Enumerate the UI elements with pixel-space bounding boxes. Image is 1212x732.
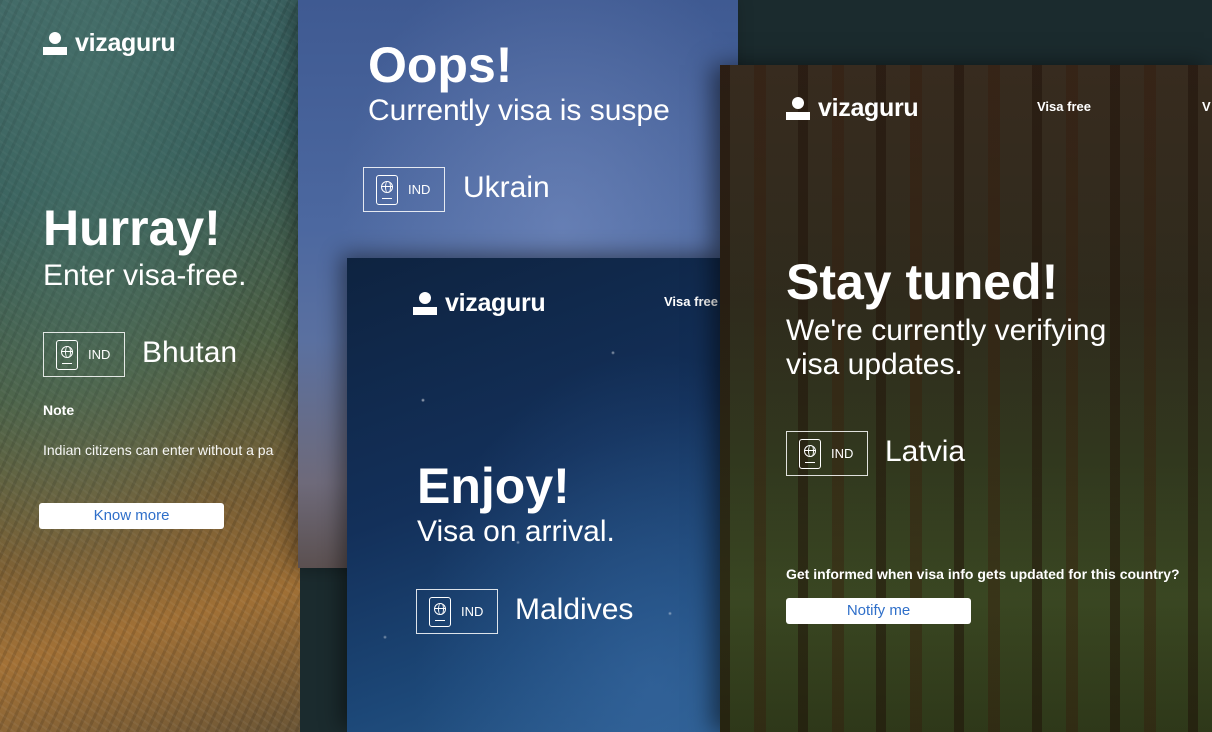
- person-logo-icon: [413, 291, 437, 316]
- brand-logo[interactable]: vizaguru: [786, 94, 919, 123]
- passport-code: IND: [831, 446, 854, 461]
- passport-badge: IND: [363, 167, 445, 212]
- country-name: Latvia: [885, 435, 966, 468]
- passport-badge: IND: [786, 431, 868, 476]
- brand-name: vizaguru: [818, 94, 919, 122]
- passport-globe-icon: [799, 438, 821, 469]
- card-heading: Stay tuned!: [786, 254, 1059, 310]
- know-more-button[interactable]: Know more: [39, 503, 224, 529]
- passport-badge: IND: [416, 589, 498, 634]
- brand-name: vizaguru: [445, 289, 546, 317]
- notify-info-text: Get informed when visa info gets updated…: [786, 566, 1180, 582]
- person-logo-icon: [43, 31, 67, 56]
- nav-visa-free[interactable]: Visa free: [1037, 99, 1091, 114]
- person-logo-icon: [786, 96, 810, 121]
- nav-visa-free[interactable]: Visa free: [664, 294, 718, 309]
- brand-logo[interactable]: vizaguru: [43, 29, 176, 58]
- nav-link-2[interactable]: V: [1202, 99, 1211, 114]
- brand-logo[interactable]: vizaguru: [413, 289, 546, 318]
- card-subheading-line2: visa updates.: [786, 348, 963, 381]
- card-subheading: Enter visa-free.: [43, 259, 247, 292]
- passport-globe-icon: [429, 596, 451, 627]
- note-label: Note: [43, 402, 75, 418]
- card-latvia: vizaguru Visa free V Stay tuned! We're c…: [720, 65, 1212, 732]
- passport-code: IND: [408, 182, 431, 197]
- card-subheading: Currently visa is suspe: [368, 94, 670, 127]
- card-bhutan: vizaguru Hurray! Enter visa-free. IND Bh…: [0, 0, 300, 732]
- country-name: Bhutan: [142, 336, 238, 369]
- card-maldives: vizaguru Visa free Enjoy! Visa on arriva…: [347, 258, 727, 732]
- passport-globe-icon: [56, 339, 78, 370]
- notify-me-button[interactable]: Notify me: [786, 598, 971, 624]
- country-name: Ukrain: [463, 171, 550, 204]
- passport-code: IND: [88, 347, 111, 362]
- passport-badge: IND: [43, 332, 125, 377]
- country-name: Maldives: [515, 593, 634, 626]
- card-heading: Oops!: [368, 37, 513, 93]
- brand-name: vizaguru: [75, 29, 176, 57]
- card-subheading-line1: We're currently verifying: [786, 314, 1107, 347]
- passport-code: IND: [461, 604, 484, 619]
- card-subheading: Visa on arrival.: [417, 515, 615, 548]
- passport-globe-icon: [376, 174, 398, 205]
- card-heading: Enjoy!: [417, 458, 570, 514]
- note-text: Indian citizens can enter without a pa: [43, 442, 274, 458]
- card-heading: Hurray!: [43, 200, 221, 256]
